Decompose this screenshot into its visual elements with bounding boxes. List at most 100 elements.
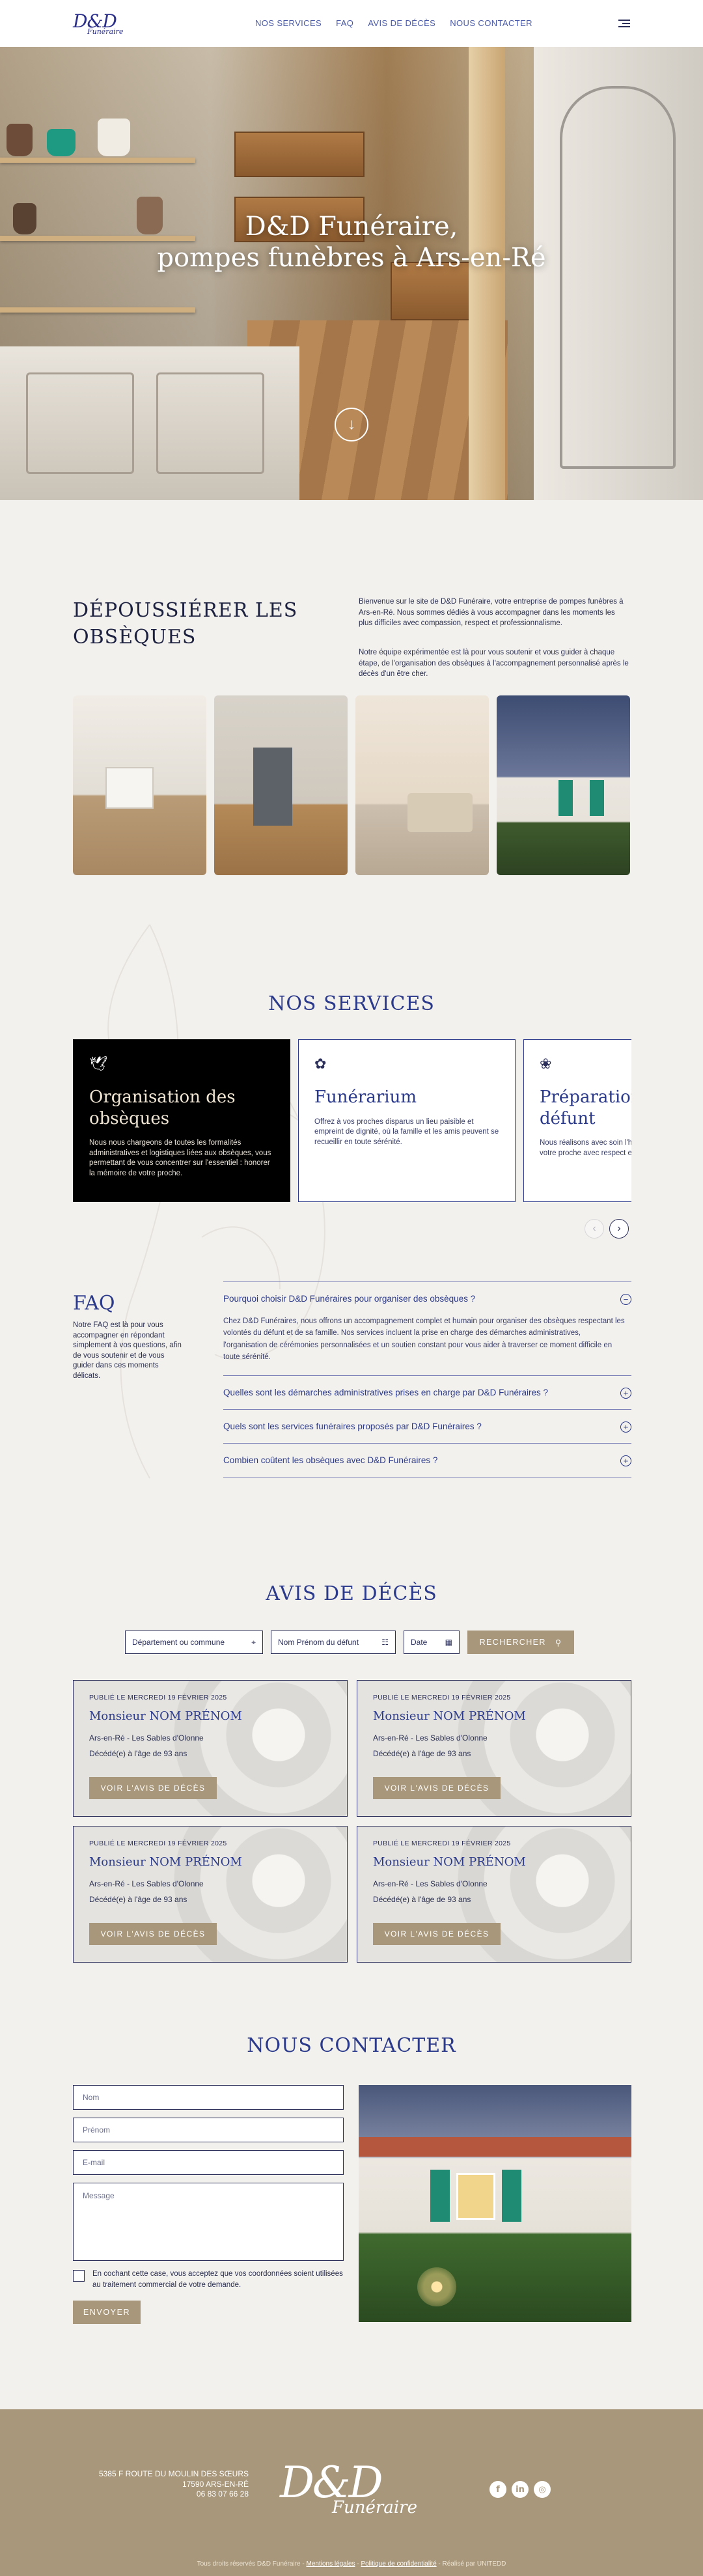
avis-card: PUBLIÉ LE MERCREDI 19 FÉVRIER 2025 Monsi… bbox=[73, 1826, 348, 1963]
privacy-link[interactable]: Politique de confidentialité bbox=[361, 2560, 436, 2568]
social-links: f in ◎ bbox=[489, 2481, 551, 2498]
carousel-prev-icon[interactable]: ‹ bbox=[585, 1219, 604, 1239]
faq-question[interactable]: Pourquoi choisir D&D Funéraires pour org… bbox=[223, 1294, 631, 1304]
footer-phone[interactable]: 06 83 07 66 28 bbox=[73, 2489, 249, 2500]
service-card-title: Préparation du défunt bbox=[540, 1087, 631, 1128]
services-carousel: 🕊 Organisation des obsèques Nous nous ch… bbox=[73, 1039, 631, 1202]
hero-cabinet bbox=[0, 346, 299, 500]
contact-title: NOUS CONTACTER bbox=[247, 2034, 456, 2057]
calendar-icon: ▦ bbox=[445, 1638, 452, 1647]
linkedin-icon[interactable]: in bbox=[512, 2481, 529, 2498]
location-pin-icon: ⌖ bbox=[251, 1637, 256, 1647]
faq-section: FAQ Notre FAQ est là pour vous accompagn… bbox=[0, 1281, 703, 1573]
service-card-text: Nous réalisons avec soin l'habillage et … bbox=[540, 1139, 631, 1157]
search-button-label: RECHERCHER bbox=[479, 1638, 546, 1647]
plus-icon[interactable]: + bbox=[620, 1421, 631, 1433]
faq-item[interactable]: Quels sont les services funéraires propo… bbox=[223, 1408, 631, 1443]
nav-avis-deces[interactable]: AVIS DE DÉCÈS bbox=[368, 18, 435, 28]
faq-item[interactable]: Pourquoi choisir D&D Funéraires pour org… bbox=[223, 1281, 631, 1375]
gallery-photo-room bbox=[355, 695, 489, 875]
copyright-text: Tous droits réservés D&D Funéraire - bbox=[197, 2560, 307, 2568]
avis-search-bar: Département ou commune ⌖ Nom Prénom du d… bbox=[125, 1631, 574, 1654]
search-button[interactable]: RECHERCHER ⚲ bbox=[467, 1631, 574, 1654]
credit-text: - Réalisé par UNITEDD bbox=[438, 2560, 506, 2568]
services-section: NOS SERVICES 🕊 Organisation des obsèques… bbox=[0, 982, 703, 1281]
dove-icon: 🕊 bbox=[89, 1056, 107, 1072]
photo-gallery bbox=[73, 695, 630, 875]
faq-question[interactable]: Quelles sont les démarches administrativ… bbox=[223, 1388, 631, 1397]
footer-legal: Tous droits réservés D&D Funéraire - Men… bbox=[0, 2560, 703, 2568]
hero-title-line2: pompes funèbres à Ars-en-Ré bbox=[157, 243, 546, 273]
view-avis-button[interactable]: VOIR L'AVIS DE DÉCÈS bbox=[373, 1777, 501, 1799]
email-field[interactable]: E-mail bbox=[73, 2150, 344, 2175]
address-line-2: 17590 ARS-EN-RÉ bbox=[182, 2479, 249, 2489]
footer-logo[interactable]: D&D Funéraire bbox=[280, 2461, 417, 2517]
service-card-text: Offrez à vos proches disparus un lieu pa… bbox=[314, 1117, 499, 1146]
plus-icon[interactable]: + bbox=[620, 1387, 631, 1399]
carousel-controls: ‹ › bbox=[585, 1219, 629, 1239]
faq-answer: Chez D&D Funéraires, nous offrons un acc… bbox=[223, 1317, 625, 1362]
flower-icon: ✿ bbox=[314, 1056, 327, 1072]
faq-item[interactable]: Combien coûtent les obsèques avec D&D Fu… bbox=[223, 1442, 631, 1477]
carousel-next-icon[interactable]: › bbox=[609, 1219, 629, 1239]
avis-deceased-name: Monsieur NOM PRÉNOM bbox=[373, 1855, 526, 1869]
commune-placeholder: Département ou commune bbox=[132, 1638, 225, 1647]
view-avis-button[interactable]: VOIR L'AVIS DE DÉCÈS bbox=[89, 1777, 217, 1799]
prenom-field[interactable]: Prénom bbox=[73, 2118, 344, 2142]
nav-services[interactable]: NOS SERVICES bbox=[255, 18, 322, 28]
commune-field[interactable]: Département ou commune ⌖ bbox=[125, 1631, 263, 1654]
facebook-icon[interactable]: f bbox=[489, 2481, 506, 2498]
consent-checkbox[interactable] bbox=[73, 2270, 85, 2282]
service-card-title: Organisation des obsèques bbox=[89, 1087, 236, 1128]
services-title: NOS SERVICES bbox=[268, 992, 435, 1015]
bouquet-icon: ❀ bbox=[540, 1056, 552, 1072]
instagram-icon[interactable]: ◎ bbox=[534, 2481, 551, 2498]
service-card[interactable]: 🕊 Organisation des obsèques Nous nous ch… bbox=[73, 1039, 290, 1202]
send-button[interactable]: ENVOYER bbox=[73, 2301, 141, 2325]
intro-paragraph-1: Bienvenue sur le site de D&D Funéraire, … bbox=[359, 598, 624, 628]
avis-location: Ars-en-Ré - Les Sables d'Olonne bbox=[89, 1733, 204, 1743]
minus-icon[interactable]: − bbox=[620, 1294, 631, 1305]
avis-card: PUBLIÉ LE MERCREDI 19 FÉVRIER 2025 Monsi… bbox=[357, 1826, 631, 1963]
avis-card: PUBLIÉ LE MERCREDI 19 FÉVRIER 2025 Monsi… bbox=[73, 1680, 348, 1817]
user-icon: ☷ bbox=[381, 1638, 389, 1647]
consent-row: En cochant cette case, vous acceptez que… bbox=[73, 2269, 344, 2290]
avis-deceased-name: Monsieur NOM PRÉNOM bbox=[373, 1709, 526, 1723]
hero-urn bbox=[47, 129, 76, 156]
photo-shutter bbox=[430, 2170, 450, 2222]
view-avis-button[interactable]: VOIR L'AVIS DE DÉCÈS bbox=[373, 1923, 501, 1945]
name-field[interactable]: Nom Prénom du défunt ☷ bbox=[271, 1631, 396, 1654]
view-avis-button[interactable]: VOIR L'AVIS DE DÉCÈS bbox=[89, 1923, 217, 1945]
main-nav: NOS SERVICES FAQ AVIS DE DÉCÈS NOUS CONT… bbox=[255, 18, 532, 28]
intro-paragraph-2: Notre équipe expérimentée est là pour vo… bbox=[359, 649, 629, 679]
nom-field[interactable]: Nom bbox=[73, 2085, 344, 2110]
menu-icon[interactable] bbox=[618, 20, 630, 27]
nav-faq[interactable]: FAQ bbox=[336, 18, 353, 28]
date-field[interactable]: Date ▦ bbox=[404, 1631, 460, 1654]
avis-location: Ars-en-Ré - Les Sables d'Olonne bbox=[373, 1733, 488, 1743]
photo-shutter bbox=[502, 2170, 521, 2222]
scroll-down-icon[interactable]: ↓ bbox=[335, 408, 368, 441]
consent-text: En cochant cette case, vous acceptez que… bbox=[92, 2270, 343, 2289]
avis-age: Décédé(e) à l'âge de 93 ans bbox=[89, 1749, 187, 1758]
avis-age: Décédé(e) à l'âge de 93 ans bbox=[373, 1749, 471, 1758]
site-header: D&D Funéraire NOS SERVICES FAQ AVIS DE D… bbox=[0, 0, 703, 47]
avis-deces-section: AVIS DE DÉCÈS Département ou commune ⌖ N… bbox=[0, 1573, 703, 2003]
avis-published-date: PUBLIÉ LE MERCREDI 19 FÉVRIER 2025 bbox=[373, 1694, 511, 1701]
photo-window bbox=[456, 2173, 495, 2220]
faq-question[interactable]: Quels sont les services funéraires propo… bbox=[223, 1421, 631, 1431]
site-logo[interactable]: D&D Funéraire bbox=[73, 12, 123, 35]
message-field[interactable]: Message bbox=[73, 2183, 344, 2261]
nav-contact[interactable]: NOUS CONTACTER bbox=[450, 18, 532, 28]
date-placeholder: Date bbox=[411, 1638, 428, 1647]
faq-question[interactable]: Combien coûtent les obsèques avec D&D Fu… bbox=[223, 1455, 631, 1465]
address-line-1: 5385 F ROUTE DU MOULIN DES SŒURS bbox=[98, 2469, 249, 2478]
plus-icon[interactable]: + bbox=[620, 1455, 631, 1466]
gallery-photo-house bbox=[497, 695, 630, 875]
avis-published-date: PUBLIÉ LE MERCREDI 19 FÉVRIER 2025 bbox=[89, 1840, 227, 1847]
service-card[interactable]: ❀ Préparation du défunt Nous réalisons a… bbox=[523, 1039, 631, 1202]
faq-item[interactable]: Quelles sont les démarches administrativ… bbox=[223, 1375, 631, 1409]
service-card[interactable]: ✿ Funérarium Offrez à vos proches dispar… bbox=[298, 1039, 516, 1202]
legal-link[interactable]: Mentions légales bbox=[307, 2560, 355, 2568]
hero-shelf bbox=[0, 158, 195, 163]
